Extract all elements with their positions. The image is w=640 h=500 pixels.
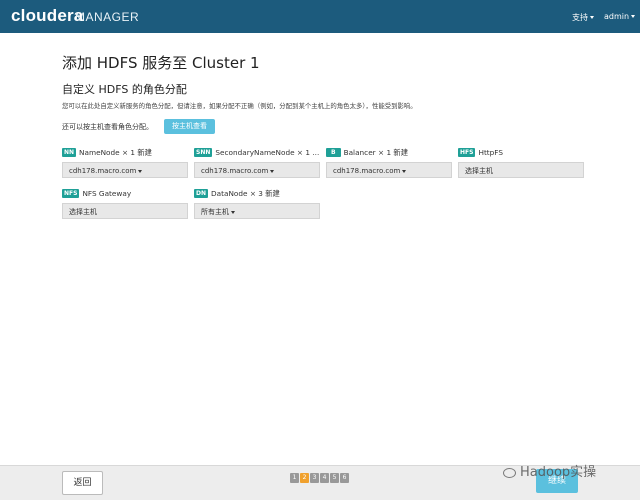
- role-badge-icon: NFS: [62, 189, 80, 198]
- host-selector[interactable]: 选择主机: [458, 162, 584, 178]
- role-datanode: DN DataNode × 3 新建 所有主机: [194, 188, 320, 219]
- role-header: B Balancer × 1 新建: [326, 147, 452, 161]
- chevron-down-icon: [270, 169, 275, 173]
- role-count: × 1 ...: [296, 148, 320, 157]
- host-selector[interactable]: cdh178.macro.com: [326, 162, 452, 178]
- page-title: 添加 HDFS 服务至 Cluster 1: [62, 54, 260, 72]
- role-count: × 3 新建: [249, 189, 280, 198]
- page-step-5[interactable]: 5: [330, 473, 339, 483]
- host-selector-value: 所有主机: [201, 208, 229, 216]
- role-httpfs: HFS HttpFS 选择主机: [458, 147, 584, 178]
- page-step-3[interactable]: 3: [310, 473, 319, 483]
- page-step-6[interactable]: 6: [340, 473, 349, 483]
- page-step-2[interactable]: 2: [300, 473, 309, 483]
- host-selector-value: cdh178.macro.com: [69, 167, 137, 175]
- description-text: 您可以在此处自定义新服务的角色分配，但请注意，如果分配不正确（例如，分配到某个主…: [62, 102, 417, 110]
- brand-subtitle: MANAGER: [75, 10, 140, 24]
- admin-menu[interactable]: admin: [604, 12, 636, 21]
- top-navbar: cloudera MANAGER 支持 admin: [0, 0, 640, 33]
- chevron-down-icon: [631, 15, 636, 18]
- role-name: NameNode: [79, 148, 120, 157]
- role-header: NFS NFS Gateway: [62, 188, 188, 202]
- watermark: Hadoop实操: [503, 461, 596, 480]
- wizard-pager: 1 2 3 4 5 6: [290, 473, 350, 483]
- host-selector[interactable]: 所有主机: [194, 203, 320, 219]
- host-selector[interactable]: cdh178.macro.com: [194, 162, 320, 178]
- role-badge-icon: NN: [62, 148, 77, 157]
- watermark-text: Hadoop实操: [520, 465, 597, 480]
- section-title: 自定义 HDFS 的角色分配: [62, 83, 187, 96]
- chevron-down-icon: [138, 169, 143, 173]
- page-step-4[interactable]: 4: [320, 473, 329, 483]
- wechat-icon: [503, 467, 516, 478]
- role-count: × 1 新建: [121, 148, 152, 157]
- host-selector-value: cdh178.macro.com: [201, 167, 269, 175]
- host-view-hint: 还可以按主机查看角色分配。: [62, 123, 153, 131]
- role-count: × 1 新建: [378, 148, 409, 157]
- chevron-down-icon: [231, 210, 235, 214]
- view-by-host-button[interactable]: 按主机查看: [164, 119, 215, 134]
- role-name: SecondaryNameNode: [215, 148, 295, 157]
- role-name: HttpFS: [478, 148, 503, 157]
- role-header: NN NameNode × 1 新建: [62, 147, 188, 161]
- support-label: 支持: [572, 13, 588, 22]
- chevron-down-icon: [402, 169, 407, 173]
- host-selector[interactable]: 选择主机: [62, 203, 188, 219]
- page-step-1[interactable]: 1: [290, 473, 299, 483]
- brand-logo[interactable]: cloudera: [11, 6, 83, 26]
- host-selector-value: 选择主机: [465, 167, 493, 175]
- role-badge-icon: HFS: [458, 148, 476, 157]
- role-badge-icon: SNN: [194, 148, 213, 157]
- host-selector[interactable]: cdh178.macro.com: [62, 162, 188, 178]
- host-selector-value: cdh178.macro.com: [333, 167, 401, 175]
- role-name: NFS Gateway: [82, 189, 132, 198]
- role-balancer: B Balancer × 1 新建 cdh178.macro.com: [326, 147, 452, 178]
- role-secondarynamenode: SNN SecondaryNameNode × 1 ... cdh178.macr…: [194, 147, 320, 178]
- back-button[interactable]: 返回: [62, 471, 103, 495]
- role-header: DN DataNode × 3 新建: [194, 188, 320, 202]
- role-namenode: NN NameNode × 1 新建 cdh178.macro.com: [62, 147, 188, 178]
- host-selector-value: 选择主机: [69, 208, 97, 216]
- role-name: DataNode: [211, 189, 248, 198]
- role-name: Balancer: [343, 148, 376, 157]
- role-badge-icon: DN: [194, 189, 209, 198]
- support-menu[interactable]: 支持: [572, 12, 594, 23]
- role-nfs-gateway: NFS NFS Gateway 选择主机: [62, 188, 188, 219]
- role-header: HFS HttpFS: [458, 147, 584, 161]
- role-badge-icon: B: [326, 148, 341, 157]
- role-header: SNN SecondaryNameNode × 1 ...: [194, 147, 320, 161]
- chevron-down-icon: [590, 16, 594, 19]
- admin-label: admin: [604, 12, 630, 21]
